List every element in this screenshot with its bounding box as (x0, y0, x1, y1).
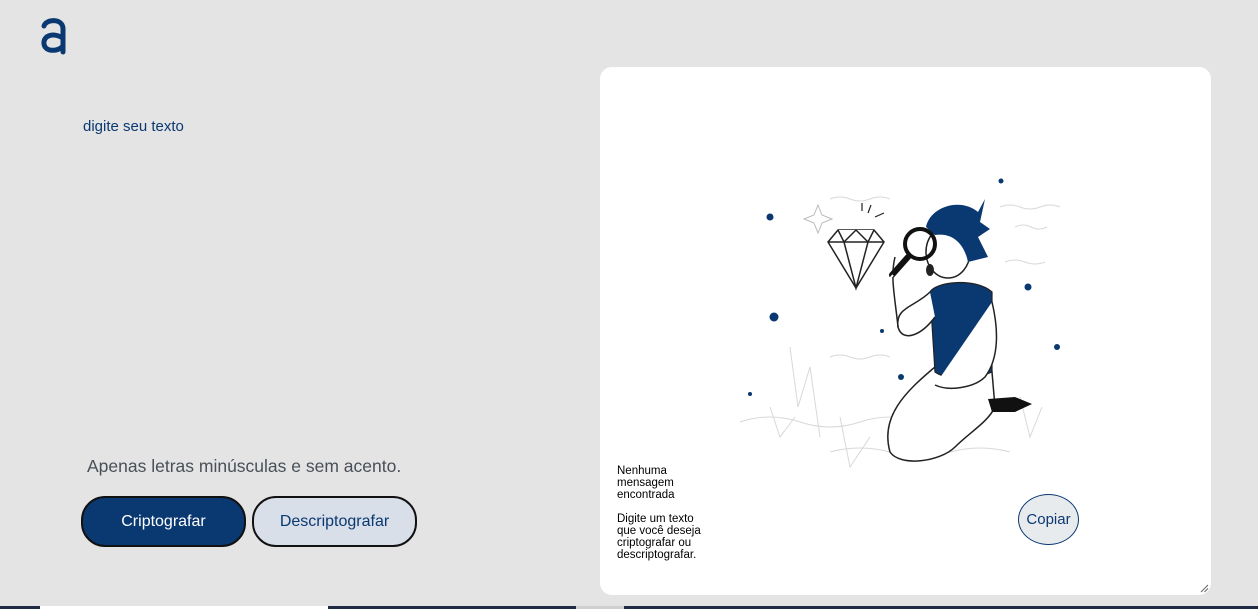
person-with-magnifying-glass-illustration (739, 178, 1061, 469)
text-input[interactable] (80, 110, 560, 430)
empty-state-description: Digite um texto que você deseja criptogr… (617, 513, 701, 561)
encrypt-button[interactable]: Criptografar (81, 496, 246, 547)
resize-handle-icon[interactable] (1200, 584, 1209, 593)
decrypt-button[interactable]: Descriptografar (252, 496, 417, 547)
empty-state-title: Nenhuma mensagem encontrada (617, 465, 675, 501)
output-panel: Nenhuma mensagem encontrada Digite um te… (600, 67, 1211, 595)
empty-state-message: Nenhuma mensagem encontrada Digite um te… (617, 465, 712, 573)
copy-button[interactable]: Copiar (1018, 494, 1079, 545)
alura-logo-icon (41, 18, 66, 55)
input-hint: Apenas letras minúsculas e sem acento. (87, 456, 401, 477)
info-text: Apenas letras minúsculas e sem acento. (87, 456, 402, 476)
